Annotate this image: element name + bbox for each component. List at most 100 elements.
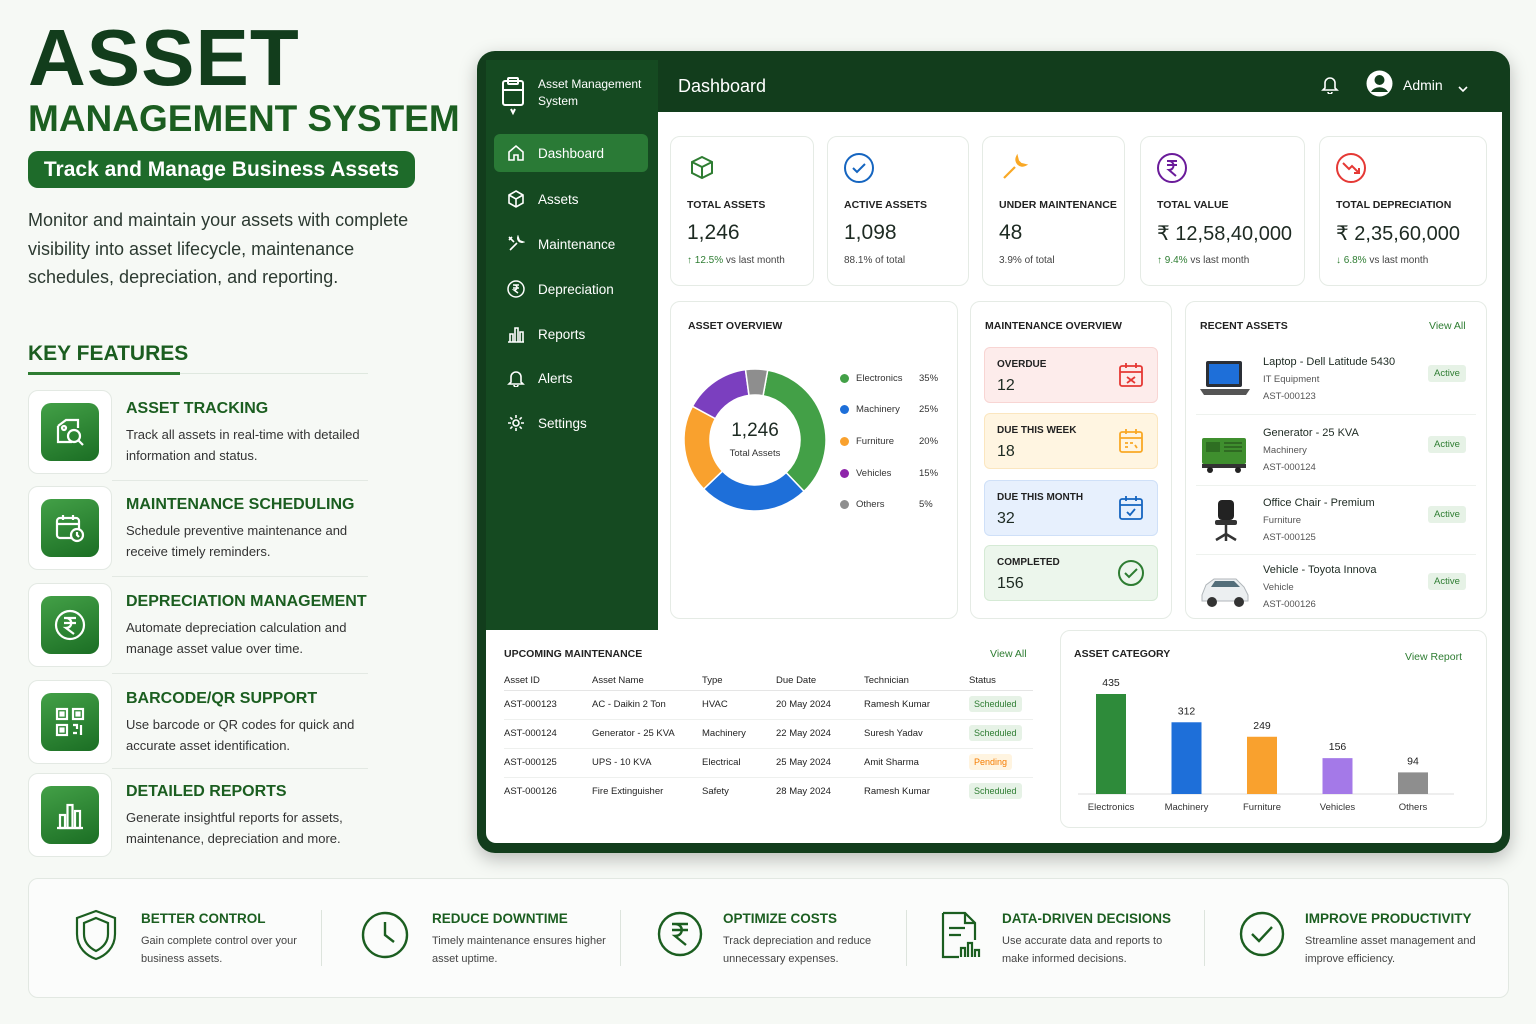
notification-bell-icon[interactable] (1321, 74, 1339, 99)
stat-label: TOTAL DEPRECIATION (1336, 199, 1452, 211)
recent-assets-view-all-link[interactable]: View All (1429, 320, 1466, 332)
sidebar-item-label: Assets (538, 191, 579, 207)
divider (112, 576, 368, 577)
bar-others[interactable] (1398, 772, 1428, 794)
stat-label: TOTAL ASSETS (687, 199, 766, 211)
rupee-circle-icon (1157, 153, 1187, 183)
chevron-down-icon[interactable] (1458, 80, 1468, 98)
bar-category-label: Electronics (1088, 802, 1135, 813)
recent-asset-item[interactable]: Vehicle - Toyota Innova Vehicle AST-0001… (1196, 563, 1476, 629)
sidebar-item-dashboard[interactable]: Dashboard (494, 134, 648, 172)
donut-slice-machinery[interactable] (702, 470, 806, 512)
stat-trend: ↓ 6.8% (1336, 255, 1367, 266)
sidebar-item-settings[interactable]: Settings (494, 404, 648, 442)
feature-title: BARCODE/QR SUPPORT (126, 690, 318, 707)
cell: AST-000126 (504, 786, 557, 798)
stat-card-active-assets[interactable]: ACTIVE ASSETS 1,098 88.1% of total (827, 136, 969, 286)
cell: AST-000123 (504, 699, 557, 710)
benefit-desc: Timely maintenance ensures higher asset … (432, 935, 606, 965)
cell: UPS - 10 KVA (592, 757, 652, 768)
home-icon (494, 144, 538, 162)
table-row[interactable]: AST-000124 Generator - 25 KVA Machinery … (504, 719, 1033, 748)
maint-value: 32 (997, 510, 1015, 527)
status-cell: Pending (969, 748, 1033, 777)
maintenance-completed[interactable]: COMPLETED 156 (984, 545, 1158, 601)
column-header: Type (702, 675, 723, 687)
divider (112, 768, 368, 769)
stat-trend: ↑ 9.4% (1157, 255, 1188, 266)
donut-slice-vehicles[interactable] (691, 368, 750, 420)
maintenance-due-month[interactable]: DUE THIS MONTH 32 (984, 480, 1158, 536)
sidebar-item-alerts[interactable]: Alerts (494, 359, 648, 397)
cell: 25 May 2024 (776, 757, 831, 768)
sidebar-item-maintenance[interactable]: Maintenance (494, 225, 648, 263)
donut-slice-others[interactable] (744, 368, 769, 397)
asset-category-bar-chart: 435 Electronics 312 Machinery 249 Furniture 15… (1078, 677, 1454, 813)
bar-value-label: 94 (1407, 755, 1419, 767)
recent-asset-item[interactable]: Office Chair - Premium Furniture AST-000… (1196, 496, 1476, 562)
status-badge: Active (1428, 365, 1466, 382)
sidebar-item-reports[interactable]: Reports (494, 315, 648, 353)
feature-desc: Use barcode or QR codes for quick and ac… (126, 717, 355, 753)
benefit-reduce-downtime: REDUCE DOWNTIME Timely maintenance ensur… (330, 878, 620, 998)
column-header: Asset ID (504, 675, 540, 687)
sidebar-item-label: Reports (538, 326, 586, 342)
sidebar-item-label: Maintenance (538, 236, 616, 252)
upcoming-maintenance-view-all-link[interactable]: View All (990, 648, 1027, 660)
bar-furniture[interactable] (1247, 736, 1277, 794)
asset-name: Office Chair - Premium (1263, 497, 1375, 509)
stat-sub: vs last month (1187, 255, 1250, 266)
wrench-icon (494, 235, 538, 253)
bar-machinery[interactable] (1171, 722, 1202, 794)
cell: AC - Daikin 2 Ton (592, 699, 666, 710)
asset-search-icon (41, 403, 99, 461)
table-row[interactable]: AST-000126 Fire Extinguisher Safety 28 M… (504, 777, 1033, 806)
sidebar-item-assets[interactable]: Assets (494, 180, 648, 218)
sidebar-item-depreciation[interactable]: Depreciation (494, 270, 648, 308)
table-row[interactable]: AST-000123 AC - Daikin 2 Ton HVAC 20 May… (504, 690, 1033, 719)
status-cell: Scheduled (969, 719, 1033, 748)
benefit-title: BETTER CONTROL (141, 911, 266, 926)
bar-value-label: 435 (1102, 677, 1120, 689)
table-row[interactable]: AST-000125 UPS - 10 KVA Electrical 25 Ma… (504, 748, 1033, 777)
upcoming-maintenance-table: Asset ID Asset Name Type Due Date Techni… (504, 672, 1033, 806)
app-logo-text: Asset Management System (538, 77, 642, 108)
bar-vehicles[interactable] (1322, 758, 1353, 794)
avatar[interactable] (1366, 70, 1393, 102)
benefit-title: DATA-DRIVEN DECISIONS (1002, 911, 1172, 926)
bar-electronics[interactable] (1096, 694, 1126, 794)
clock-icon (361, 911, 409, 959)
feature-depreciation-management: DEPRECIATION MANAGEMENT Automate depreci… (28, 583, 368, 668)
maint-label: DUE THIS MONTH (997, 492, 1084, 503)
cube-icon (494, 190, 538, 208)
benefit-desc: Streamline asset management and improve … (1305, 935, 1476, 965)
maintenance-due-week[interactable]: DUE THIS WEEK 18 (984, 413, 1158, 469)
cell: Suresh Yadav (864, 728, 923, 739)
divider (321, 910, 322, 966)
asset-id: AST-000123 (1263, 391, 1316, 402)
stat-card-under-maintenance[interactable]: UNDER MAINTENANCE 48 3.9% of total (982, 136, 1125, 286)
bar-value-label: 156 (1329, 741, 1347, 753)
stat-card-total-assets[interactable]: TOTAL ASSETS 1,246 ↑ 12.5% vs last month (670, 136, 814, 286)
stat-card-total-depreciation[interactable]: TOTAL DEPRECIATION ₹ 2,35,60,000 ↓ 6.8% … (1319, 136, 1487, 286)
maintenance-overdue[interactable]: OVERDUE 12 (984, 347, 1158, 403)
sidebar-item-label: Depreciation (538, 281, 614, 297)
stat-value: 1,246 (687, 221, 740, 244)
recent-asset-item[interactable]: Laptop - Dell Latitude 5430 IT Equipment… (1196, 355, 1476, 421)
bar-chart-icon (41, 786, 99, 844)
user-name[interactable]: Admin (1403, 77, 1443, 93)
asset-category: Machinery (1263, 445, 1307, 456)
divider (112, 673, 368, 674)
maint-value: 12 (997, 377, 1015, 394)
car-image (1201, 578, 1249, 607)
benefit-title: REDUCE DOWNTIME (432, 911, 568, 926)
status-badge: Active (1428, 506, 1466, 523)
column-header: Due Date (776, 675, 817, 687)
recent-asset-item[interactable]: Generator - 25 KVA Machinery AST-000124 … (1196, 426, 1476, 492)
stat-card-total-value[interactable]: TOTAL VALUE ₹ 12,58,40,000 ↑ 9.4% vs las… (1140, 136, 1305, 286)
view-report-link[interactable]: View Report (1405, 651, 1462, 663)
stat-sub: 3.9% of total (999, 255, 1055, 266)
table-header: Asset ID Asset Name Type Due Date Techni… (504, 672, 1033, 690)
maint-label: DUE THIS WEEK (997, 425, 1077, 436)
maint-value: 18 (997, 443, 1015, 460)
